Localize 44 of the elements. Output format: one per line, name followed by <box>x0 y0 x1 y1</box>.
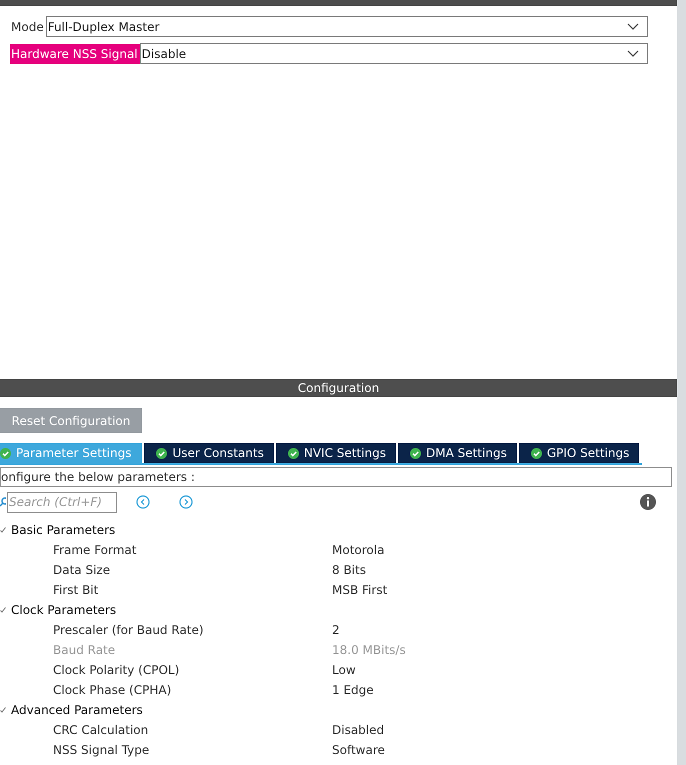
tab[interactable]: DMA Settings <box>398 443 517 463</box>
tab[interactable]: NVIC Settings <box>276 443 396 463</box>
chevron-down-icon <box>627 50 639 57</box>
info-icon <box>640 494 656 510</box>
parameter-name: Baud Rate <box>52 643 116 657</box>
check-circle-icon <box>410 448 421 458</box>
search-icon <box>0 497 6 507</box>
dropdown[interactable]: Full-Duplex Master <box>46 16 648 37</box>
previous-icon <box>136 495 150 509</box>
field-label: Mode <box>10 18 45 36</box>
parameter-name: CRC Calculation <box>52 723 150 737</box>
parameter-value[interactable]: Software <box>332 743 385 757</box>
parameter-value[interactable]: Motorola <box>332 543 384 557</box>
parameter-name: Prescaler (for Baud Rate) <box>52 623 205 637</box>
parameter-name: Clock Polarity (CPOL) <box>52 663 180 677</box>
scrollbar[interactable] <box>677 0 686 765</box>
panel-header: Configuration <box>0 379 677 397</box>
parameter-value[interactable]: 8 Bits <box>332 563 366 577</box>
group-label[interactable]: Advanced Parameters <box>11 703 143 717</box>
check-circle-icon <box>156 448 168 458</box>
instruction-text: onfigure the below parameters : <box>0 467 672 487</box>
check-circle-icon <box>288 448 299 458</box>
dropdown[interactable]: Disable <box>140 43 648 64</box>
parameter-value[interactable]: 2 <box>332 623 340 637</box>
parameter-value: 18.0 MBits/s <box>332 643 406 657</box>
parameter-name: Frame Format <box>52 543 138 557</box>
parameter-value[interactable]: Low <box>332 663 356 677</box>
chevron-down-icon <box>627 23 639 30</box>
search-field[interactable]: Search (Ctrl+F) <box>7 492 117 512</box>
tab[interactable]: User Constants <box>144 443 274 463</box>
tab[interactable]: GPIO Settings <box>518 443 640 463</box>
parameter-name: Data Size <box>52 563 112 577</box>
parameter-value[interactable]: MSB First <box>332 583 388 597</box>
check-circle-icon <box>0 448 11 458</box>
parameter-name: NSS Signal Type <box>52 743 150 757</box>
check-circle-icon <box>530 448 542 458</box>
group-label[interactable]: Basic Parameters <box>11 523 116 537</box>
field-label: Hardware NSS Signal <box>10 44 140 64</box>
parameter-value[interactable]: 1 Edge <box>332 683 374 697</box>
group-label[interactable]: Clock Parameters <box>11 603 116 617</box>
parameter-value[interactable]: Disabled <box>332 723 384 737</box>
parameter-name: Clock Phase (CPHA) <box>52 683 172 697</box>
next-icon <box>179 495 193 509</box>
parameter-name: First Bit <box>52 583 100 597</box>
